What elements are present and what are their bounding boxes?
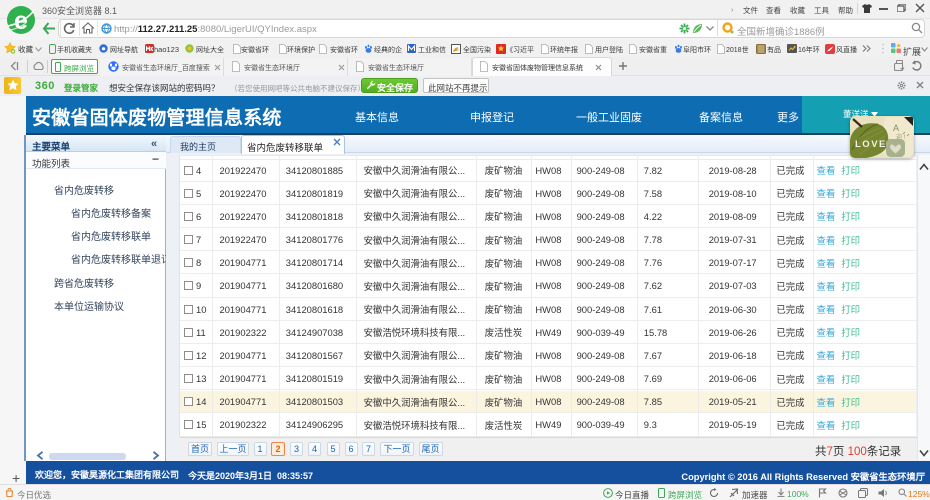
svg-text:LOVE: LOVE bbox=[855, 139, 887, 150]
svg-text:A: A bbox=[893, 123, 899, 133]
